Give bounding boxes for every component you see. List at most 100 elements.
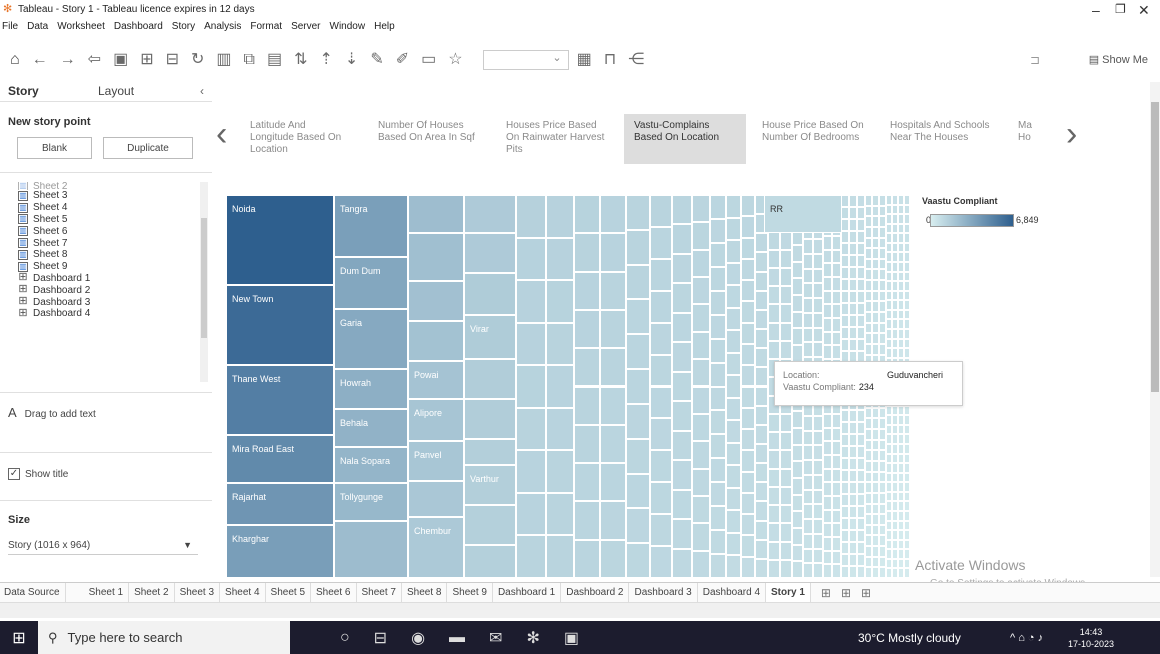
blank-button[interactable]: Blank bbox=[17, 137, 92, 159]
treemap-cell[interactable] bbox=[792, 444, 803, 462]
treemap-cell[interactable] bbox=[803, 533, 813, 549]
treemap-cell[interactable] bbox=[755, 482, 768, 502]
treemap-cell[interactable] bbox=[780, 322, 792, 341]
treemap-cell[interactable] bbox=[841, 506, 849, 519]
treemap-cell[interactable] bbox=[464, 233, 516, 273]
treemap-cell[interactable] bbox=[872, 269, 879, 281]
treemap-cell[interactable] bbox=[710, 290, 726, 315]
treemap-cell[interactable] bbox=[672, 548, 692, 578]
treemap-cell[interactable] bbox=[741, 535, 755, 557]
sheet-list-item[interactable]: ▥ Sheet 4 bbox=[18, 202, 203, 214]
sheet-list-scrollbar[interactable] bbox=[200, 182, 208, 382]
treemap-cell[interactable] bbox=[904, 405, 909, 416]
treemap-cell[interactable] bbox=[768, 267, 780, 287]
treemap-cell[interactable] bbox=[904, 463, 909, 473]
treemap-cell[interactable] bbox=[650, 195, 672, 227]
swap-icon[interactable]: ⇅ bbox=[294, 50, 307, 70]
treemap-cell[interactable] bbox=[574, 271, 600, 310]
treemap-cell[interactable] bbox=[741, 492, 755, 515]
treemap-cell[interactable] bbox=[780, 249, 792, 268]
treemap-cell[interactable] bbox=[823, 331, 832, 346]
treemap-cell[interactable] bbox=[626, 508, 650, 544]
treemap-cell[interactable] bbox=[650, 514, 672, 547]
treemap-cell[interactable] bbox=[672, 312, 692, 343]
treemap-cell[interactable] bbox=[872, 482, 879, 493]
treemap-cell[interactable] bbox=[546, 322, 574, 366]
treemap-cell[interactable] bbox=[857, 338, 865, 351]
task-view-icon[interactable]: ⊟ bbox=[374, 628, 387, 648]
treemap-cell[interactable] bbox=[813, 548, 823, 564]
treemap-cell[interactable] bbox=[813, 312, 823, 328]
tooltip-toggle-icon[interactable]: ⊐ bbox=[1030, 53, 1040, 67]
treemap-cell[interactable] bbox=[865, 280, 872, 291]
treemap-cell[interactable] bbox=[792, 411, 803, 429]
treemap-cell[interactable] bbox=[741, 429, 755, 451]
treemap-cell[interactable] bbox=[832, 249, 841, 264]
treemap-cell[interactable] bbox=[823, 277, 832, 291]
treemap-cell[interactable] bbox=[600, 233, 626, 272]
treemap-cell[interactable] bbox=[857, 470, 865, 483]
treemap-cell[interactable] bbox=[803, 415, 813, 431]
new-worksheet-tab-icon[interactable]: ⊞ bbox=[821, 586, 831, 600]
treemap-cell[interactable] bbox=[841, 278, 849, 291]
treemap-cell[interactable] bbox=[904, 530, 909, 540]
treemap-cell[interactable] bbox=[516, 492, 546, 536]
treemap-cell[interactable] bbox=[600, 424, 626, 464]
treemap-cell[interactable] bbox=[546, 280, 574, 323]
treemap-cell[interactable] bbox=[600, 271, 626, 310]
treemap-cell[interactable] bbox=[857, 446, 865, 459]
treemap-cell[interactable] bbox=[904, 568, 909, 578]
treemap-cell[interactable] bbox=[857, 326, 865, 339]
new-worksheet-icon[interactable]: ▥ bbox=[216, 50, 231, 70]
treemap-cell[interactable] bbox=[710, 266, 726, 291]
treemap-cell[interactable] bbox=[879, 312, 886, 323]
treemap-cell[interactable] bbox=[672, 253, 692, 284]
treemap-cell[interactable] bbox=[626, 334, 650, 370]
treemap-cell[interactable] bbox=[823, 413, 832, 428]
treemap-cell[interactable] bbox=[792, 428, 803, 445]
treemap-cell[interactable] bbox=[726, 532, 741, 556]
treemap-cell[interactable] bbox=[803, 312, 813, 328]
treemap-cell[interactable] bbox=[803, 430, 813, 446]
treemap-cell[interactable] bbox=[574, 348, 600, 387]
pin-icon[interactable]: ☆ bbox=[448, 50, 462, 70]
treemap-cell[interactable] bbox=[904, 558, 909, 569]
treemap-cell[interactable] bbox=[813, 563, 823, 578]
treemap-cell[interactable] bbox=[872, 503, 879, 515]
sheet-tab[interactable]: Sheet 4 bbox=[220, 582, 266, 603]
treemap-cell[interactable] bbox=[755, 520, 768, 540]
sheet-list-item[interactable]: ▥ Sheet 2 bbox=[18, 182, 203, 190]
sheet-list-item[interactable]: ▥ Sheet 9 bbox=[18, 261, 203, 273]
restore-icon[interactable]: ❐ bbox=[1115, 2, 1126, 16]
story-point-tab[interactable]: Houses Price Based On Rainwater Harvest Pi… bbox=[496, 114, 621, 164]
treemap-cell[interactable] bbox=[574, 501, 600, 540]
treemap-cell[interactable] bbox=[726, 195, 741, 218]
presentation-icon[interactable]: ⊓ bbox=[604, 50, 616, 70]
treemap-cell[interactable] bbox=[865, 248, 872, 259]
treemap-cell[interactable] bbox=[672, 460, 692, 490]
treemap-cell[interactable] bbox=[832, 331, 841, 346]
treemap-cell[interactable] bbox=[710, 338, 726, 363]
treemap-cell[interactable] bbox=[710, 506, 726, 531]
treemap-cell[interactable] bbox=[803, 504, 813, 520]
story-prev-icon[interactable]: ‹ bbox=[216, 116, 227, 152]
story-point-tab[interactable]: Ma Ho bbox=[1008, 114, 1058, 164]
treemap-cell[interactable] bbox=[650, 450, 672, 483]
treemap-cell[interactable] bbox=[879, 492, 886, 504]
treemap-cell[interactable] bbox=[832, 482, 841, 496]
highlight-icon[interactable]: ✎ bbox=[370, 50, 383, 70]
treemap-cell[interactable] bbox=[832, 345, 841, 360]
treemap-cell[interactable] bbox=[879, 482, 886, 493]
treemap-cell[interactable] bbox=[841, 266, 849, 279]
treemap-cell[interactable] bbox=[872, 567, 879, 578]
treemap-cell[interactable] bbox=[879, 258, 886, 270]
treemap-cell[interactable] bbox=[823, 441, 832, 455]
new-story-tab-icon[interactable]: ⊞ bbox=[861, 586, 871, 600]
treemap-cell[interactable] bbox=[841, 566, 849, 578]
treemap-cell[interactable] bbox=[904, 290, 909, 301]
treemap-cell[interactable] bbox=[849, 446, 857, 459]
treemap-cell[interactable] bbox=[726, 240, 741, 263]
treemap-cell[interactable] bbox=[726, 420, 741, 443]
sheet-tab[interactable]: Sheet 9 bbox=[447, 582, 493, 603]
treemap-cell[interactable] bbox=[792, 311, 803, 329]
